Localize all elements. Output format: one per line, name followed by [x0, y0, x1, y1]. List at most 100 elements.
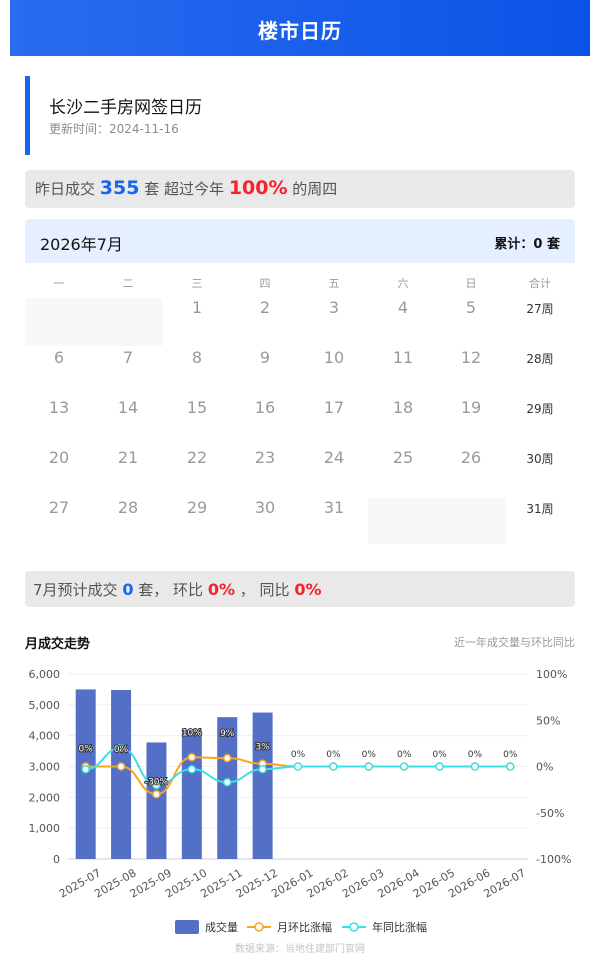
calendar-total-unit: 套 — [546, 237, 560, 252]
data-label: 0% — [397, 750, 412, 760]
calendar-day[interactable]: 10 — [304, 348, 364, 367]
calendar-day[interactable]: 4 — [373, 298, 433, 317]
y-right-tick-label: 100% — [536, 668, 567, 681]
calendar-day[interactable]: 29 — [167, 498, 227, 517]
calendar-day[interactable]: 7 — [98, 348, 158, 367]
y-left-tick-label: 0 — [53, 853, 60, 866]
y-left-tick-label: 3,000 — [29, 761, 61, 774]
update-date: 2024-11-16 — [109, 122, 179, 136]
calendar-day[interactable]: 5 — [441, 298, 501, 317]
summary-unit: 套 超过今年 — [144, 180, 225, 198]
month-forecast: 7月预计成交 0 套， 环比 0% ， 同比 0% — [25, 571, 575, 607]
data-label: 0% — [362, 750, 377, 760]
mom-point — [116, 762, 126, 771]
y-left-tick-label: 5,000 — [29, 699, 61, 712]
weekday-header: 二 — [122, 277, 134, 290]
calendar-total-label: 累计： — [494, 237, 534, 252]
calendar-header: 2026年7月 累计：0 套 — [25, 219, 575, 263]
calendar-day[interactable]: 16 — [235, 398, 295, 417]
data-label: 0% — [79, 744, 94, 754]
calendar-day[interactable]: 31 — [304, 498, 364, 517]
yoy-point — [470, 762, 480, 771]
legend-label-mom: 月环比涨幅 — [277, 921, 332, 934]
data-label: 0% — [468, 750, 483, 760]
summary-percent: 100% — [228, 177, 288, 199]
calendar-day[interactable]: 17 — [304, 398, 364, 417]
calendar-day[interactable]: 27 — [29, 498, 89, 517]
forecast-unit: 套， 环比 — [138, 581, 204, 599]
calendar-day[interactable]: 12 — [441, 348, 501, 367]
y-left-tick-label: 4,000 — [29, 730, 61, 743]
calendar-day[interactable]: 20 — [29, 448, 89, 467]
week-total: 27周 — [526, 302, 554, 316]
week-total: 30周 — [526, 452, 554, 466]
data-label: 3% — [255, 743, 270, 753]
calendar-day[interactable]: 1 — [167, 298, 227, 317]
calendar-day[interactable]: 11 — [373, 348, 433, 367]
weekday-header: 一 — [53, 277, 65, 290]
yoy-point — [435, 762, 444, 771]
legend-marker-mom — [254, 922, 264, 932]
yoy-point — [222, 777, 232, 787]
yoy-point — [364, 762, 374, 771]
data-label: 9% — [220, 729, 235, 739]
calendar-day[interactable]: 19 — [441, 398, 501, 417]
yoy-point — [81, 765, 90, 774]
y-left-tick-label: 1,000 — [29, 822, 61, 835]
calendar-day[interactable]: 13 — [29, 398, 89, 417]
calendar-day[interactable]: 22 — [167, 448, 227, 467]
calendar-day[interactable]: 15 — [167, 398, 227, 417]
data-label: 0% — [503, 750, 518, 760]
yesterday-summary: 昨日成交 355 套 超过今年 100% 的周四 — [25, 170, 575, 208]
calendar-day[interactable]: 18 — [373, 398, 433, 417]
calendar-day[interactable]: 24 — [304, 448, 364, 467]
calendar-day[interactable]: 26 — [441, 448, 501, 467]
yoy-point — [258, 765, 267, 774]
data-label: 0% — [432, 750, 447, 760]
weekday-header: 六 — [397, 277, 409, 290]
forecast-prefix: 7月预计成交 — [33, 581, 118, 599]
yoy-point — [187, 765, 197, 774]
week-total: 31周 — [526, 502, 554, 516]
bar — [75, 689, 96, 859]
app-header: 楼市日历 — [10, 0, 590, 56]
calendar-day[interactable]: 30 — [235, 498, 295, 517]
data-label: 0% — [326, 750, 341, 760]
forecast-yoy: 0% — [294, 580, 322, 599]
calendar-month[interactable]: 2026年7月 — [40, 231, 123, 255]
update-time: 更新时间：2024-11-16 — [49, 120, 179, 137]
calendar-day[interactable]: 21 — [98, 448, 158, 467]
forecast-sep: ， 同比 — [239, 581, 290, 599]
chart-legend: 成交量 月环比涨幅 年同比涨幅 — [175, 920, 427, 934]
calendar-day[interactable]: 8 — [167, 348, 227, 367]
summary-prefix: 昨日成交 — [35, 180, 96, 198]
y-left-tick-label: 2,000 — [29, 791, 61, 804]
trend-subtitle: 近一年成交量与环比同比 — [454, 636, 575, 649]
calendar-day[interactable]: 23 — [235, 448, 295, 467]
calendar-day[interactable]: 28 — [98, 498, 158, 517]
calendar-day[interactable]: 3 — [304, 298, 364, 317]
forecast-mom: 0% — [207, 580, 235, 599]
legend-swatch-volume — [175, 920, 199, 934]
calendar-day[interactable]: 25 — [373, 448, 433, 467]
weekday-header: 四 — [259, 277, 271, 290]
calendar-day[interactable]: 14 — [98, 398, 158, 417]
yoy-point — [329, 762, 338, 771]
data-label: -30% — [145, 777, 169, 787]
calendar-day[interactable]: 2 — [235, 298, 295, 317]
weekday-header: 日 — [465, 277, 477, 290]
title-accent-bar — [25, 76, 30, 155]
bar — [146, 742, 167, 859]
legend-label-yoy: 年同比涨幅 — [372, 920, 427, 934]
weekday-header: 合计 — [529, 277, 551, 290]
calendar-day[interactable]: 6 — [29, 348, 89, 367]
data-label: 10% — [182, 728, 202, 738]
legend-label-volume: 成交量 — [205, 920, 238, 934]
summary-suffix: 的周四 — [292, 180, 338, 198]
page-title: 长沙二手房网签日历 — [49, 98, 202, 118]
week-total: 29周 — [526, 402, 554, 416]
calendar-day[interactable]: 9 — [235, 348, 295, 367]
mom-point — [152, 790, 161, 799]
yoy-point — [399, 762, 409, 771]
update-label: 更新时间： — [49, 122, 110, 136]
